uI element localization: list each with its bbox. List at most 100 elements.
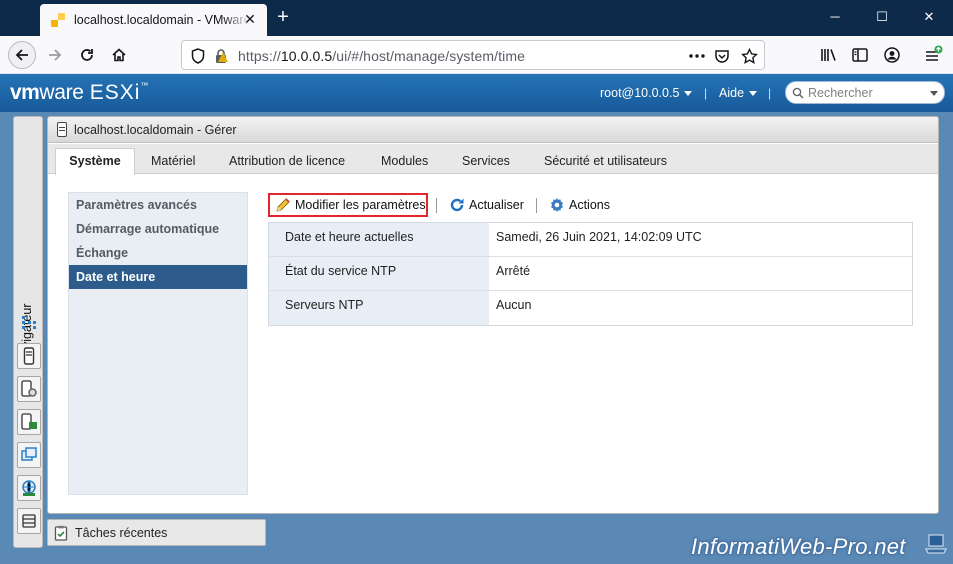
chevron-down-icon bbox=[684, 91, 693, 97]
tab-services[interactable]: Services bbox=[462, 154, 510, 168]
row-key: Date et heure actuelles bbox=[269, 223, 489, 256]
storage-icon bbox=[22, 514, 36, 528]
row-key: Serveurs NTP bbox=[269, 291, 489, 325]
refresh-icon bbox=[450, 198, 464, 212]
host-monitor-icon bbox=[21, 413, 37, 430]
chevron-down-icon[interactable] bbox=[930, 91, 938, 96]
gear-icon bbox=[551, 198, 563, 212]
toolbar-divider bbox=[436, 198, 437, 213]
arrow-right-icon bbox=[49, 49, 62, 61]
tab-packages[interactable]: Modules bbox=[381, 154, 428, 168]
back-button[interactable] bbox=[8, 41, 36, 69]
virtual-machines-icon bbox=[21, 447, 37, 461]
home-icon bbox=[112, 48, 126, 62]
time-date-info-table: Date et heure actuelles Samedi, 26 Juin … bbox=[268, 222, 913, 326]
networking-icon bbox=[22, 480, 36, 496]
vmware-esxi-logo: vmware ESXi™ bbox=[10, 81, 149, 104]
account-icon bbox=[884, 47, 900, 63]
toolbar-divider bbox=[536, 198, 537, 213]
ellipsis-icon[interactable] bbox=[688, 47, 706, 65]
reload-button[interactable] bbox=[73, 41, 101, 69]
pocket-icon[interactable] bbox=[713, 47, 731, 65]
tab-licensing[interactable]: Attribution de licence bbox=[229, 154, 345, 168]
header-separator: | bbox=[768, 86, 772, 100]
recent-tasks-button[interactable]: Tâches récentes bbox=[47, 519, 266, 546]
table-row: Serveurs NTP Aucun bbox=[269, 291, 912, 325]
tab-title: localhost.localdomain - VMware ESXi bbox=[74, 13, 250, 27]
manage-tabs: Système Matériel Attribution de licence … bbox=[48, 144, 938, 175]
search-input[interactable] bbox=[808, 85, 928, 100]
page-title: localhost.localdomain - Gérer bbox=[74, 122, 237, 137]
table-row: Date et heure actuelles Samedi, 26 Juin … bbox=[269, 223, 912, 257]
tab-close-icon[interactable]: ✕ bbox=[241, 10, 259, 28]
system-subnav: Paramètres avancés Démarrage automatique… bbox=[68, 192, 248, 495]
panel-title-bar: localhost.localdomain - Gérer bbox=[48, 117, 938, 143]
row-value: Samedi, 26 Juin 2021, 14:02:09 UTC bbox=[496, 230, 702, 244]
shield-icon[interactable] bbox=[189, 47, 207, 65]
navigator-panel[interactable]: Navigateur bbox=[13, 116, 43, 548]
tree-icon[interactable] bbox=[21, 314, 37, 330]
row-value: Arrêté bbox=[496, 264, 531, 278]
library-icon bbox=[821, 49, 836, 61]
pencil-icon bbox=[276, 198, 290, 212]
sidebar-icon bbox=[852, 48, 868, 62]
row-key: État du service NTP bbox=[269, 257, 489, 290]
close-window-button[interactable]: ✕ bbox=[906, 0, 952, 34]
minimize-button[interactable]: ─ bbox=[812, 0, 858, 34]
manage-panel: localhost.localdomain - Gérer Système Ma… bbox=[47, 116, 939, 514]
manage-button[interactable] bbox=[17, 376, 41, 402]
arrow-left-icon bbox=[15, 49, 28, 61]
search-box[interactable] bbox=[785, 81, 945, 104]
subnav-item-advanced-settings[interactable]: Paramètres avancés bbox=[69, 193, 247, 217]
virtual-machines-button[interactable] bbox=[17, 442, 41, 468]
edit-settings-button[interactable]: Modifier les paramètres bbox=[268, 193, 428, 217]
row-value: Aucun bbox=[496, 298, 532, 312]
host-icon bbox=[57, 122, 67, 137]
new-tab-button[interactable]: + bbox=[272, 5, 294, 29]
chevron-down-icon bbox=[749, 91, 758, 97]
watermark: InformatiWeb-Pro.net bbox=[691, 534, 906, 559]
star-icon[interactable] bbox=[740, 47, 758, 65]
tab-security-users[interactable]: Sécurité et utilisateurs bbox=[544, 154, 667, 168]
refresh-label: Actualiser bbox=[469, 198, 524, 212]
maximize-button[interactable]: ☐ bbox=[859, 0, 905, 34]
actions-label: Actions bbox=[569, 198, 610, 212]
browser-tab-bar: localhost.localdomain - VMware ESXi ✕ + … bbox=[0, 0, 953, 36]
laptop-icon bbox=[925, 534, 947, 554]
networking-button[interactable] bbox=[17, 475, 41, 501]
sidebar-button[interactable] bbox=[846, 41, 874, 69]
clipboard-check-icon bbox=[54, 525, 68, 541]
header-separator: | bbox=[704, 86, 708, 100]
url-text: https://10.0.0.5/ui/#/host/manage/system… bbox=[238, 48, 525, 64]
subnav-item-time-date[interactable]: Date et heure bbox=[69, 265, 247, 289]
vmware-favicon-icon bbox=[51, 13, 65, 27]
toolbar: Modifier les paramètres Actualiser Actio… bbox=[268, 193, 908, 217]
refresh-button[interactable]: Actualiser bbox=[449, 193, 524, 217]
address-bar[interactable]: https://10.0.0.5/ui/#/host/manage/system… bbox=[181, 40, 765, 70]
recent-tasks-label: Tâches récentes bbox=[75, 525, 168, 540]
edit-settings-label: Modifier les paramètres bbox=[295, 198, 426, 212]
forward-button[interactable] bbox=[41, 41, 69, 69]
menu-button[interactable] bbox=[919, 41, 947, 69]
tab-hardware[interactable]: Matériel bbox=[151, 154, 195, 168]
storage-button[interactable] bbox=[17, 508, 41, 534]
reload-icon bbox=[81, 49, 93, 61]
help-menu[interactable]: Aide bbox=[719, 86, 758, 100]
browser-nav-bar: https://10.0.0.5/ui/#/host/manage/system… bbox=[0, 36, 953, 74]
host-button[interactable] bbox=[17, 343, 41, 369]
user-menu[interactable]: root@10.0.0.5 bbox=[600, 86, 693, 100]
host-manage-icon bbox=[21, 380, 37, 397]
account-button[interactable] bbox=[878, 41, 906, 69]
search-icon bbox=[792, 87, 804, 99]
hamburger-menu-icon bbox=[926, 45, 943, 61]
actions-button[interactable]: Actions bbox=[549, 193, 610, 217]
monitor-button[interactable] bbox=[17, 409, 41, 435]
subnav-item-swap[interactable]: Échange bbox=[69, 241, 247, 265]
home-button[interactable] bbox=[105, 41, 133, 69]
library-button[interactable] bbox=[815, 41, 843, 69]
lock-icon[interactable] bbox=[212, 47, 230, 65]
subnav-item-autostart[interactable]: Démarrage automatique bbox=[69, 217, 247, 241]
tab-system[interactable]: Système bbox=[55, 148, 135, 175]
table-row: État du service NTP Arrêté bbox=[269, 257, 912, 291]
browser-tab[interactable]: localhost.localdomain - VMware ESXi ✕ bbox=[40, 4, 267, 36]
